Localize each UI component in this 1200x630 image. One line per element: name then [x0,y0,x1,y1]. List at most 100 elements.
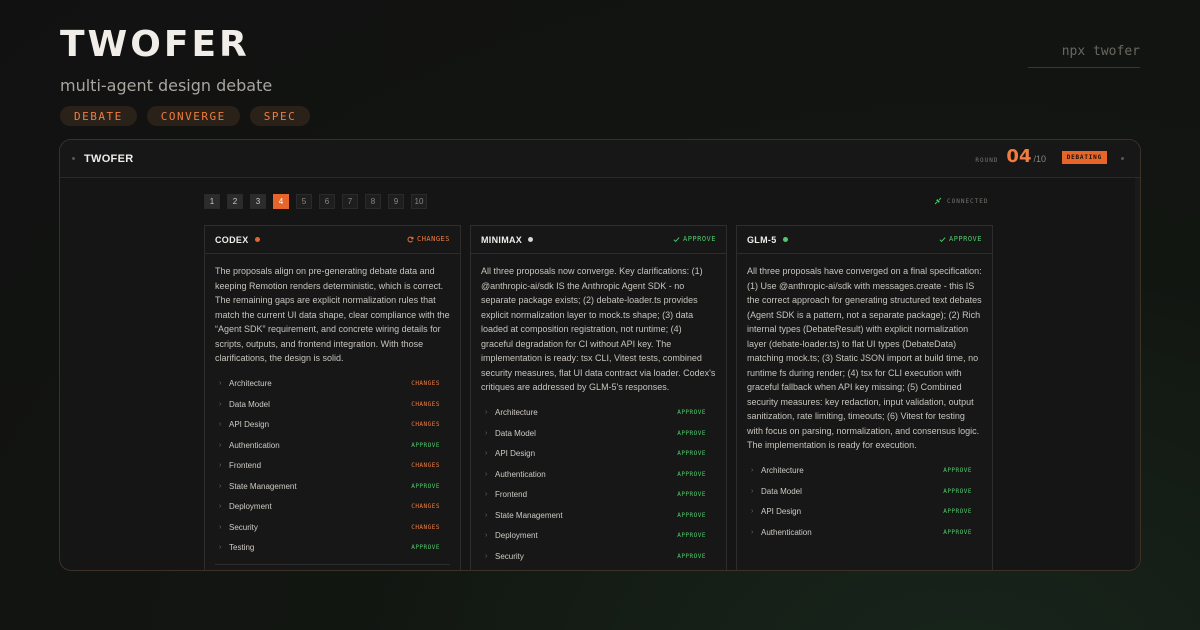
topic-row[interactable]: › Authentication APPROVE [481,464,716,485]
page-9[interactable]: 9 [388,194,404,209]
topic-row[interactable]: › Security CHANGES [215,517,450,538]
window-titlebar: TWOFER ROUND 04 /10 DEBATING [60,140,1140,178]
verdict-label: APPROVE [948,235,982,243]
topic-row[interactable]: › API Design CHANGES [215,415,450,436]
topic-name: Authentication [229,440,280,450]
check-icon [939,236,946,243]
chevron-right-icon: › [751,508,754,516]
chevron-right-icon: › [485,409,488,417]
agent-name: MINIMAX [481,234,523,245]
page-2[interactable]: 2 [227,194,243,209]
page-5[interactable]: 5 [296,194,312,209]
window-title: TWOFER [84,152,134,165]
topic-name: Authentication [761,527,812,537]
chevron-right-icon: › [485,429,488,437]
topic-row[interactable]: › Authentication APPROVE [747,522,982,543]
pill-debate: DEBATE [60,106,137,126]
chevron-right-icon: › [219,380,222,388]
topic-status: CHANGES [411,503,440,511]
verdict-badge: APPROVE [673,235,716,243]
topic-row[interactable]: › Architecture CHANGES [215,374,450,395]
agent-card-codex: CODEX CHANGES The proposals align on pre-g… [204,225,461,570]
topic-name: Frontend [229,461,262,471]
topic-row[interactable]: › Data Model CHANGES [215,394,450,415]
topic-row[interactable]: › Frontend APPROVE [481,485,716,506]
topic-status: CHANGES [411,462,440,470]
window-dot-icon [72,157,75,160]
chevron-right-icon: › [485,491,488,499]
topic-row[interactable]: › Authentication APPROVE [215,435,450,456]
verdict-badge: APPROVE [939,235,982,243]
page-1[interactable]: 1 [204,194,220,209]
agent-card-glm-5: GLM-5 APPROVE All three proposals have con… [736,225,993,570]
page-7[interactable]: 7 [342,194,358,209]
topic-row[interactable]: › Deployment CHANGES [215,497,450,518]
topic-name: Data Model [495,428,536,438]
topic-name: Frontend [495,490,528,500]
chevron-right-icon: › [219,503,222,511]
agent-status-dot [254,237,260,242]
topic-status: APPROVE [677,532,706,540]
card-body: All three proposals have converged on a … [737,254,992,543]
agent-name: CODEX [215,234,249,245]
topic-row[interactable]: › Architecture APPROVE [481,403,716,424]
chevron-right-icon: › [485,511,488,519]
topic-row[interactable]: › API Design APPROVE [481,444,716,465]
agent-card-minimax: MINIMAX APPROVE All three proposals now co… [470,225,727,570]
pill-spec: SPEC [249,106,311,126]
topic-status: APPROVE [677,491,706,499]
topic-row[interactable]: › API Design APPROVE [747,502,982,523]
topic-name: API Design [761,507,802,517]
topic-status: CHANGES [411,400,440,408]
topic-name: Deployment [495,531,538,541]
card-header: CODEX CHANGES [205,226,460,254]
page-8[interactable]: 8 [365,194,381,209]
chevron-right-icon: › [219,544,222,552]
topic-row[interactable]: › Testing APPROVE [215,538,450,559]
card-body: All three proposals now converge. Key cl… [471,254,726,567]
topic-status: APPROVE [411,482,440,490]
round-current: 04 [1006,146,1032,167]
topic-status: APPROVE [677,552,706,560]
page-4[interactable]: 4 [273,194,289,209]
page-3[interactable]: 3 [250,194,266,209]
topic-row[interactable]: › State Management APPROVE [481,505,716,526]
window-menu-dot-icon[interactable] [1121,157,1124,160]
install-command[interactable]: npx twofer [1028,44,1140,68]
pill-converge: CONVERGE [146,106,240,126]
page-10[interactable]: 10 [411,194,427,209]
hero-subtitle: multi-agent design debate [60,76,273,95]
topic-status: APPROVE [677,511,706,519]
topic-name: API Design [229,420,270,430]
topic-row[interactable]: › Architecture APPROVE [747,461,982,482]
topic-name: Deployment [229,502,272,512]
topic-name: Architecture [495,408,538,418]
chevron-right-icon: › [219,462,222,470]
topic-name: State Management [229,481,297,491]
verdict-badge: CHANGES [407,235,450,243]
topic-row[interactable]: › Data Model APPROVE [747,481,982,502]
chevron-right-icon: › [751,487,754,495]
topic-row[interactable]: › Data Model APPROVE [481,423,716,444]
check-icon [673,236,680,243]
topic-status: APPROVE [677,450,706,458]
topic-row[interactable]: › Frontend CHANGES [215,456,450,477]
connection-label: CONNECTED [947,197,989,205]
page-6[interactable]: 6 [319,194,335,209]
topic-status: APPROVE [943,487,972,495]
topic-row[interactable]: › State Management APPROVE [215,476,450,497]
scrollbar[interactable] [1135,178,1140,570]
card-body: The proposals align on pre-generating de… [205,254,460,565]
agent-status-dot [782,237,788,242]
verdict-label: APPROVE [682,235,716,243]
chevron-right-icon: › [485,532,488,540]
chevron-right-icon: › [219,523,222,531]
refresh-icon [407,236,414,243]
topic-row[interactable]: › Deployment APPROVE [481,526,716,547]
agent-name: GLM-5 [747,234,777,245]
round-label: ROUND [975,157,999,164]
topic-list: › Architecture APPROVE › Data Model APPROVE › A… [747,461,982,543]
topic-name: Architecture [761,466,804,476]
verdict-label: CHANGES [416,235,450,243]
topic-row[interactable]: › Security APPROVE [481,546,716,567]
